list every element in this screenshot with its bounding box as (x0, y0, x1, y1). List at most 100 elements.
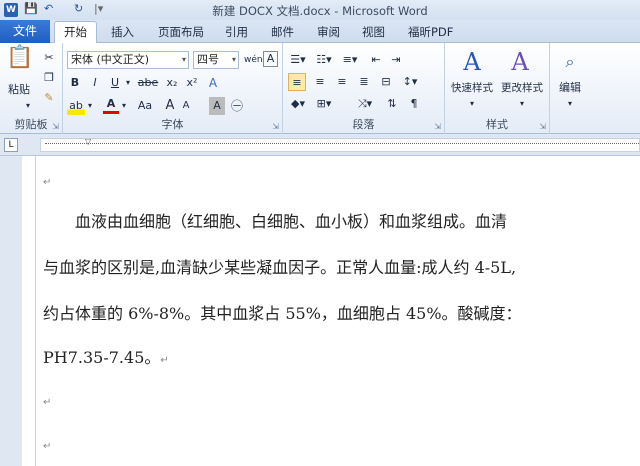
document-page[interactable]: ↵ 血液由血细胞（红细胞、白细胞、血小板）和血浆组成。血清 与血浆的区别是,血清… (36, 156, 640, 466)
strikethrough-button[interactable]: abe (137, 74, 159, 92)
line-spacing-icon[interactable]: ↕▾ (399, 73, 421, 91)
align-center-icon[interactable]: ≡ (311, 73, 329, 91)
align-left-icon[interactable]: ≡ (288, 73, 306, 91)
binoculars-icon[interactable]: ⌕ (558, 51, 582, 73)
text-effects-icon[interactable]: A (205, 74, 221, 92)
paste-dropdown-icon[interactable]: ▾ (21, 97, 35, 115)
sort-icon[interactable]: ⇅ (383, 95, 401, 113)
styles-launcher-icon[interactable]: ⇲ (539, 122, 546, 131)
bold-button[interactable]: B (67, 74, 83, 92)
font-color-dropdown-icon[interactable]: ▾ (119, 97, 129, 115)
ribbon: 📋 粘贴 ▾ ✂ ❐ ✎ 剪贴板 ⇲ 宋体 (中文正文) ▾ 四号 ▾ wén A … (0, 43, 640, 134)
editing-group: ⌕ 编辑 ▾ (550, 43, 590, 134)
underline-dropdown-icon[interactable]: ▾ (123, 74, 133, 92)
phonetic-guide-icon[interactable]: wén (244, 51, 263, 69)
tab-insert[interactable]: 插入 (111, 24, 134, 40)
paragraph-mark: ↵ (43, 177, 52, 188)
distributed-icon[interactable]: ⊟ (377, 73, 395, 91)
tab-view[interactable]: 视图 (362, 24, 385, 40)
window-title: 新建 DOCX 文档.docx - Microsoft Word (212, 4, 428, 18)
vertical-ruler[interactable] (22, 156, 36, 466)
align-right-icon[interactable]: ≡ (333, 73, 351, 91)
justify-icon[interactable]: ≣ (355, 73, 373, 91)
chevron-down-icon: ▾ (181, 55, 186, 64)
font-size-combo[interactable]: 四号 ▾ (193, 51, 239, 69)
highlight-icon[interactable]: ab (67, 97, 85, 115)
italic-button[interactable]: I (87, 74, 103, 92)
tab-mailings[interactable]: 邮件 (271, 24, 294, 40)
character-border-icon[interactable]: A (263, 51, 278, 67)
document-paragraph[interactable]: 与血浆的区别是,血清缺少某些凝血因子。正常人血量:成人约 4-5L, (43, 254, 516, 278)
chinese-layout-icon[interactable]: ⤨▾ (353, 95, 377, 113)
underline-button[interactable]: U (107, 74, 123, 92)
clipboard-group: 📋 粘贴 ▾ ✂ ❐ ✎ 剪贴板 ⇲ (0, 43, 63, 134)
tab-foxit-pdf[interactable]: 福昕PDF (408, 24, 453, 40)
change-styles-dropdown-icon[interactable]: ▾ (515, 95, 529, 113)
horizontal-ruler[interactable]: L ▽ (0, 134, 640, 156)
tab-file[interactable]: 文件 (0, 20, 50, 43)
paragraph-group-label: 段落 (352, 118, 375, 131)
numbering-icon[interactable]: ☷▾ (313, 51, 335, 69)
paragraph-launcher-icon[interactable]: ⇲ (434, 122, 441, 131)
shading-icon[interactable]: ◆▾ (287, 95, 309, 113)
chevron-down-icon: ▾ (231, 55, 236, 64)
superscript-button[interactable]: x² (183, 74, 201, 92)
font-name-value: 宋体 (中文正文) (71, 53, 150, 66)
paragraph-mark: ↵ (160, 355, 169, 366)
quick-styles-dropdown-icon[interactable]: ▾ (465, 95, 479, 113)
multilevel-list-icon[interactable]: ≡▾ (339, 51, 361, 69)
font-color-button[interactable]: A (103, 97, 119, 114)
paste-icon[interactable]: 📋 (6, 47, 33, 79)
change-styles-icon[interactable]: A (507, 47, 533, 77)
styles-group: A 快速样式 ▾ A 更改样式 ▾ 样式 ⇲ (445, 43, 550, 134)
subscript-button[interactable]: x₂ (163, 74, 181, 92)
ruler-ticks (45, 143, 640, 147)
grow-font-button[interactable]: A (163, 97, 177, 115)
left-gutter (0, 156, 22, 466)
paragraph-text: PH7.35-7.45。 (43, 348, 161, 367)
clipboard-launcher-icon[interactable]: ⇲ (52, 122, 59, 131)
paragraph-mark: ↵ (43, 441, 52, 452)
ruler-strip[interactable]: ▽ (40, 137, 640, 152)
font-group-label: 字体 (161, 118, 184, 131)
document-paragraph[interactable]: 血液由血细胞（红细胞、白细胞、血小板）和血浆组成。血清 (43, 208, 507, 232)
font-name-combo[interactable]: 宋体 (中文正文) ▾ (67, 51, 189, 69)
title-bar: W 💾 ↶ ↻ |▾ 新建 DOCX 文档.docx - Microsoft W… (0, 0, 640, 20)
document-paragraph[interactable]: 约占体重的 6%-8%。其中血浆占 55%，血细胞占 45%。酸碱度： (43, 300, 522, 324)
document-paragraph[interactable]: ↵ (43, 390, 51, 409)
document-paragraph[interactable]: PH7.35-7.45。↵ (43, 344, 169, 368)
ribbon-tabs: 文件 开始 插入 页面布局 引用 邮件 审阅 视图 福昕PDF (0, 20, 640, 44)
tab-selector-icon[interactable]: L (4, 138, 18, 152)
copy-icon[interactable]: ❐ (40, 69, 58, 87)
tab-home[interactable]: 开始 (54, 21, 97, 44)
paragraph-mark: ↵ (43, 397, 52, 408)
document-paragraph[interactable]: ↵ (43, 170, 51, 189)
paragraph-text: 与血浆的区别是,血清缺少某些凝血因子。正常人血量:成人约 4-5L, (43, 258, 517, 277)
format-painter-icon[interactable]: ✎ (40, 89, 58, 107)
indent-marker-icon[interactable]: ▽ (85, 137, 91, 146)
cut-icon[interactable]: ✂ (40, 49, 58, 67)
tab-page-layout[interactable]: 页面布局 (158, 24, 204, 40)
character-shading-button[interactable]: A (209, 97, 225, 115)
document-paragraph[interactable]: ↵ (43, 434, 51, 453)
font-group: 宋体 (中文正文) ▾ 四号 ▾ wén A B I U ▾ abe x₂ x² A… (63, 43, 283, 134)
decrease-indent-icon[interactable]: ⇤ (367, 51, 385, 69)
paragraph-text: 血液由血细胞（红细胞、白细胞、血小板）和血浆组成。血清 (43, 212, 508, 231)
quick-styles-icon[interactable]: A (459, 47, 485, 77)
paragraph-group: ☰▾ ☷▾ ≡▾ ⇤ ⇥ ≡ ≡ ≡ ≣ ⊟ ↕▾ ◆▾ ⊞▾ ⤨▾ ⇅ ¶ 段… (283, 43, 445, 134)
tab-review[interactable]: 审阅 (317, 24, 340, 40)
bullets-icon[interactable]: ☰▾ (287, 51, 309, 69)
styles-group-label: 样式 (486, 118, 508, 131)
show-marks-icon[interactable]: ¶ (405, 95, 423, 113)
shrink-font-button[interactable]: A (179, 97, 193, 115)
highlight-dropdown-icon[interactable]: ▾ (85, 97, 95, 115)
enclosed-character-icon[interactable]: ㊀ (229, 97, 245, 115)
font-size-value: 四号 (197, 53, 219, 66)
change-case-button[interactable]: Aa (133, 97, 157, 115)
font-launcher-icon[interactable]: ⇲ (272, 122, 279, 131)
paragraph-text: 约占体重的 6%-8%。其中血浆占 55%，血细胞占 45%。酸碱度： (43, 304, 522, 323)
tab-references[interactable]: 引用 (225, 24, 248, 40)
editing-dropdown-icon[interactable]: ▾ (563, 95, 577, 113)
borders-icon[interactable]: ⊞▾ (313, 95, 335, 113)
increase-indent-icon[interactable]: ⇥ (387, 51, 405, 69)
